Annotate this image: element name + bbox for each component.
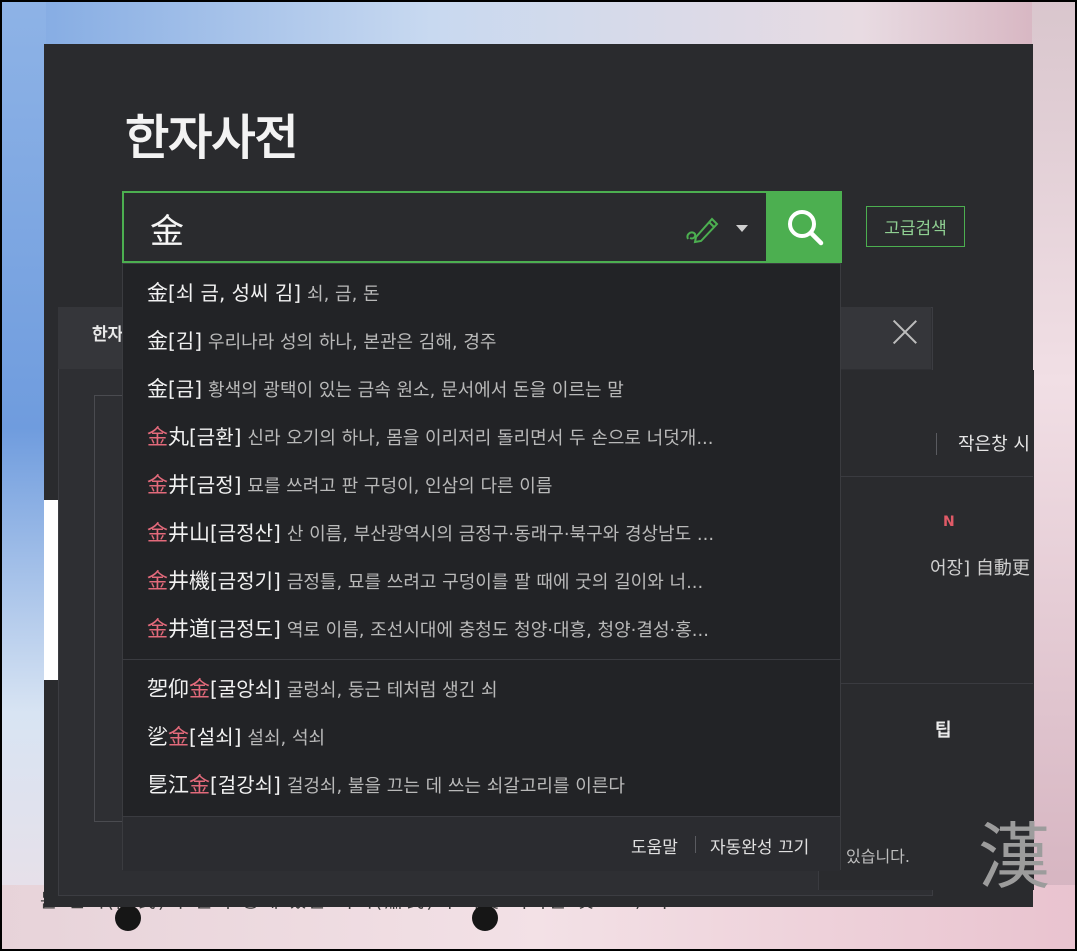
page-title: 한자사전	[125, 110, 299, 166]
suggestion-reading: [걸강쇠]	[210, 773, 281, 797]
suggestion-hanja-highlight: 金	[147, 473, 168, 497]
suggestion-reading: [금정산]	[210, 521, 281, 545]
suggestion-item[interactable]: 金井[금정] 묘를 쓰려고 판 구덩이, 인삼의 다른 이름	[147, 465, 817, 505]
suggestion-definition: 우리나라 성의 하나, 본관은 김해, 경주	[208, 332, 497, 353]
suggestion-item[interactable]: 金[쇠 금, 성씨 김] 쇠, 금, 돈	[147, 273, 817, 313]
suggestion-reading: [김]	[168, 329, 203, 353]
divider	[123, 659, 840, 660]
suggestion-hanja: 金	[147, 377, 168, 401]
suggestion-reading: [굴앙쇠]	[210, 677, 281, 701]
background-big-hanja: 漢	[978, 815, 1051, 899]
autocomplete-footer: 도움말 자동완성 끄기	[123, 816, 840, 871]
close-icon[interactable]	[890, 316, 920, 346]
suggestion-reading: [쇠 금, 성씨 김]	[168, 281, 302, 305]
suggestion-hanja: 乷	[147, 725, 168, 749]
suggestion-definition: 걸겅쇠, 불을 끄는 데 쓰는 쇠갈고리를 이른다	[286, 776, 625, 797]
background-tip-text: 팁	[935, 720, 952, 741]
background-white-block	[44, 500, 58, 680]
suggestion-definition: 신라 오기의 하나, 몸을 이리저리 돌리면서 두 손으로 너덧개...	[247, 428, 714, 449]
suggestion-hanja: 金	[147, 329, 168, 353]
suggestion-hanja: 井山	[168, 521, 210, 545]
suggestion-hanja: 金	[147, 281, 168, 305]
suggestion-item[interactable]: 金[김] 우리나라 성의 하나, 본관은 김해, 경주	[147, 321, 817, 361]
suggestion-reading: [금환]	[189, 425, 242, 449]
suggestion-definition: 황색의 광택이 있는 금속 원소, 문서에서 돈을 이르는 말	[208, 380, 624, 401]
suggestion-reading: [설쇠]	[189, 725, 242, 749]
background-notice-text: 있습니다.	[846, 847, 910, 866]
suggestion-hanja-highlight: 金	[147, 425, 168, 449]
search-button[interactable]	[768, 191, 842, 263]
handwriting-pen-icon[interactable]	[684, 213, 720, 245]
suggestion-item[interactable]: 金井山[금정산] 산 이름, 부산광역시의 금정구·동래구·북구와 경상남도 ..…	[147, 513, 817, 553]
suggestion-definition: 금정틀, 묘를 쓰려고 구덩이를 팔 때에 굿의 길이와 너...	[286, 572, 704, 593]
suggestion-hanja-highlight: 金	[147, 521, 168, 545]
suggestion-item[interactable]: 乬江金[걸강쇠] 걸겅쇠, 불을 끄는 데 쓰는 쇠갈고리를 이른다	[147, 765, 817, 805]
suggestion-reading: [금정도]	[210, 617, 281, 641]
suggestion-reading: [금]	[168, 377, 203, 401]
suggestion-definition: 설쇠, 석쇠	[247, 728, 326, 749]
background-strip-top	[0, 0, 1077, 44]
autocomplete-off-button[interactable]: 자동완성 끄기	[710, 833, 809, 858]
suggestion-hanja: 井	[168, 473, 189, 497]
advanced-search-button[interactable]: 고급검색	[866, 206, 965, 247]
suggestion-hanja-highlight: 金	[147, 569, 168, 593]
suggestion-hanja: 井道	[168, 617, 210, 641]
search-icon	[788, 210, 824, 246]
suggestion-definition: 산 이름, 부산광역시의 금정구·동래구·북구와 경상남도 ...	[286, 524, 715, 545]
help-link[interactable]: 도움말	[631, 833, 678, 858]
suggestion-hanja: 乬江	[147, 773, 189, 797]
divider	[936, 433, 937, 455]
suggestion-item[interactable]: 金[금] 황색의 광택이 있는 금속 원소, 문서에서 돈을 이르는 말	[147, 369, 817, 409]
suggestion-hanja: 丸	[168, 425, 189, 449]
background-dot	[472, 905, 498, 931]
divider	[695, 836, 696, 853]
suggestion-hanja: 井機	[168, 569, 210, 593]
suggestion-definition: 역로 이름, 조선시대에 충청도 청양·대흥, 청양·결성·홍...	[286, 620, 709, 641]
autocomplete-dropdown: 金[쇠 금, 성씨 김] 쇠, 금, 돈 金[김] 우리나라 성의 하나, 본관은 김…	[122, 263, 841, 871]
suggestion-definition: 쇠, 금, 돈	[307, 284, 380, 305]
background-entry-text[interactable]: 어장] 自動更	[930, 554, 1030, 580]
suggestion-hanja-highlight: 金	[147, 617, 168, 641]
chevron-down-icon[interactable]	[736, 225, 748, 232]
suggestion-item[interactable]: 乫仰金[굴앙쇠] 굴렁쇠, 둥근 테처럼 생긴 쇠	[147, 669, 817, 709]
suggestion-reading: [금정]	[189, 473, 242, 497]
background-strip-left	[0, 0, 46, 951]
search-input[interactable]	[148, 203, 672, 253]
suggestion-hanja: 乫仰	[147, 677, 189, 701]
divider	[818, 683, 1033, 684]
divider	[818, 476, 1033, 477]
suggestion-item[interactable]: 金井機[금정기] 금정틀, 묘를 쓰려고 구덩이를 팔 때에 굿의 길이와 너..…	[147, 561, 817, 601]
suggestion-hanja-highlight: 金	[168, 725, 189, 749]
search-box	[122, 191, 768, 263]
background-dot	[115, 905, 141, 931]
suggestion-reading: [금정기]	[210, 569, 281, 593]
suggestion-item[interactable]: 金丸[금환] 신라 오기의 하나, 몸을 이리저리 돌리면서 두 손으로 너덧개.…	[147, 417, 817, 457]
small-window-link[interactable]: 작은창 시	[958, 430, 1030, 456]
suggestion-hanja-highlight: 金	[189, 677, 210, 701]
new-badge: N	[943, 514, 955, 530]
suggestion-definition: 묘를 쓰려고 판 구덩이, 인삼의 다른 이름	[247, 476, 553, 497]
suggestion-item[interactable]: 乷金[설쇠] 설쇠, 석쇠	[147, 717, 817, 757]
suggestion-hanja-highlight: 金	[189, 773, 210, 797]
suggestion-definition: 굴렁쇠, 둥근 테처럼 생긴 쇠	[286, 680, 498, 701]
background-tab[interactable]: 한자	[92, 320, 123, 345]
suggestion-item[interactable]: 金井道[금정도] 역로 이름, 조선시대에 충청도 청양·대흥, 청양·결성·홍.…	[147, 609, 817, 649]
